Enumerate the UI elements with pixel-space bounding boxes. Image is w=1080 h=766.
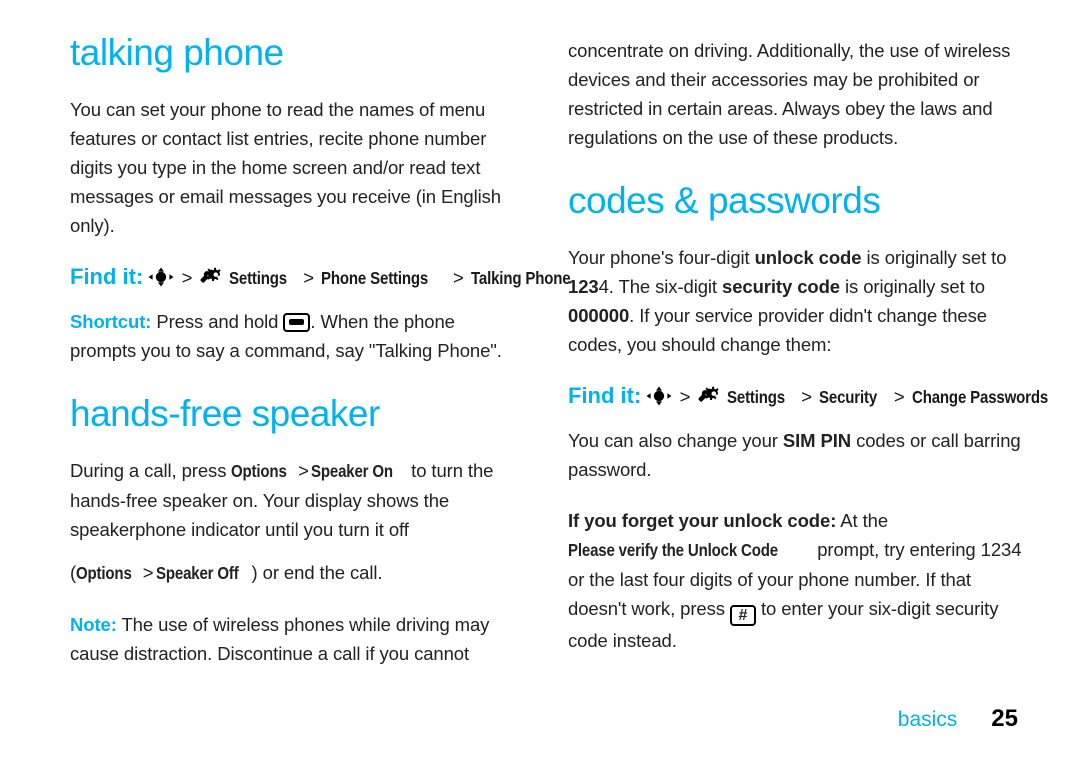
note-text: The use of wireless phones while driving… xyxy=(70,613,490,664)
continued-paragraph: concentrate on driving. Additionally, th… xyxy=(568,40,1011,148)
note-paragraph: Note: The use of wireless phones while d… xyxy=(70,610,525,668)
menu-item-speaker-on: Speaker On xyxy=(310,460,393,481)
page-title-talking-phone: talking phone xyxy=(70,32,284,73)
codes-text-3: . The six-digit xyxy=(608,275,722,297)
shortcut-text-before: Press and hold xyxy=(156,310,279,332)
speaker-off-separator: > xyxy=(142,561,154,583)
find-it-separator-2: > xyxy=(801,385,813,407)
menu-item-options-2: Options xyxy=(76,562,132,583)
find-it-item-change-passwords: Change Passwords xyxy=(911,386,1048,407)
find-it-item-settings: Settings xyxy=(228,267,287,288)
find-it-item-talking-phone: Talking Phone xyxy=(470,267,571,288)
find-it-item-security: Security xyxy=(819,386,878,407)
forgot-unlock-code-lead: If you forget your unlock code: xyxy=(568,509,837,531)
hands-free-separator-1: > xyxy=(298,459,309,481)
codes-text-5: . If your service provider didn't change… xyxy=(568,304,987,355)
sim-pin-paragraph: You can also change your SIM PIN codes o… xyxy=(568,426,1023,484)
forgot-text-1: At the xyxy=(836,509,889,531)
term-unlock-code: unlock code xyxy=(754,246,862,268)
codes-text-2: is originally set to xyxy=(861,246,1007,268)
page-title-codes-passwords: codes & passwords xyxy=(568,180,881,221)
find-it-talking-phone: Find it: > Settings > Phone Settings > T… xyxy=(70,262,571,293)
menu-item-speaker-off: Speaker Off xyxy=(155,562,239,583)
default-security-code: 000000 xyxy=(568,304,630,326)
menu-item-options: Options xyxy=(231,460,288,481)
speaker-off-paragraph: (Options > Speaker Off) or end the call. xyxy=(70,558,525,588)
find-it-label-2: Find it: xyxy=(568,382,642,408)
find-it-separator-3: > xyxy=(893,385,905,407)
find-it-separator-1: > xyxy=(679,385,691,407)
settings-wrench-gear-icon xyxy=(698,385,722,406)
hands-free-paragraph: During a call, press Options > Speaker On … xyxy=(70,456,525,544)
find-it-separator-3: > xyxy=(452,266,464,288)
find-it-separator-1: > xyxy=(181,266,193,288)
codes-text-4: is originally set to xyxy=(839,275,985,297)
talking-phone-intro-paragraph: You can set your phone to read the names… xyxy=(70,98,501,236)
find-it-separator-2: > xyxy=(303,266,315,288)
term-security-code: security code xyxy=(722,275,840,297)
codes-paragraph: Your phone's four-digit unlock code is o… xyxy=(568,243,1023,359)
manual-page: talking phone You can set your phone to … xyxy=(0,0,1080,766)
speaker-off-close-text: ) or end the call. xyxy=(251,561,383,583)
note-label: Note: xyxy=(70,613,117,635)
find-it-change-passwords: Find it: > Settings > Security > Change … xyxy=(568,381,1048,412)
find-it-label: Find it: xyxy=(70,263,144,289)
footer-chapter-label: basics xyxy=(897,708,958,731)
shortcut-paragraph: Shortcut: Press and hold . When the phon… xyxy=(70,307,525,365)
page-footer: basics 25 xyxy=(898,705,1018,733)
default-unlock-code-prefix: 123 xyxy=(568,275,599,297)
phone-bar-key-icon xyxy=(283,312,311,332)
page-title-hands-free-speaker: hands-free speaker xyxy=(70,392,380,434)
codes-text-1: Your phone's four-digit xyxy=(568,246,755,268)
left-column: talking phone You can set your phone to … xyxy=(70,32,571,668)
dpad-navigation-icon xyxy=(646,385,672,406)
footer-page-number: 25 xyxy=(991,705,1018,732)
find-it-item-phone-settings: Phone Settings xyxy=(321,267,429,288)
phone-hash-key-icon: # xyxy=(729,604,756,626)
forgot-unlock-code-paragraph: If you forget your unlock code: At the P… xyxy=(568,506,1023,655)
prompt-please-verify-unlock-code: Please verify the Unlock Code xyxy=(568,539,778,560)
hands-free-text-1: During a call, press xyxy=(70,459,232,481)
sim-pin-text-1: You can also change your xyxy=(568,429,783,451)
shortcut-label: Shortcut: xyxy=(70,310,152,332)
find-it-item-settings-2: Settings xyxy=(726,386,785,407)
term-sim-pin: SIM PIN xyxy=(782,429,852,451)
default-unlock-code-suffix: 4 xyxy=(598,275,609,297)
dpad-navigation-icon xyxy=(148,266,174,287)
right-column: concentrate on driving. Additionally, th… xyxy=(568,36,1048,655)
settings-wrench-gear-icon xyxy=(200,266,224,287)
